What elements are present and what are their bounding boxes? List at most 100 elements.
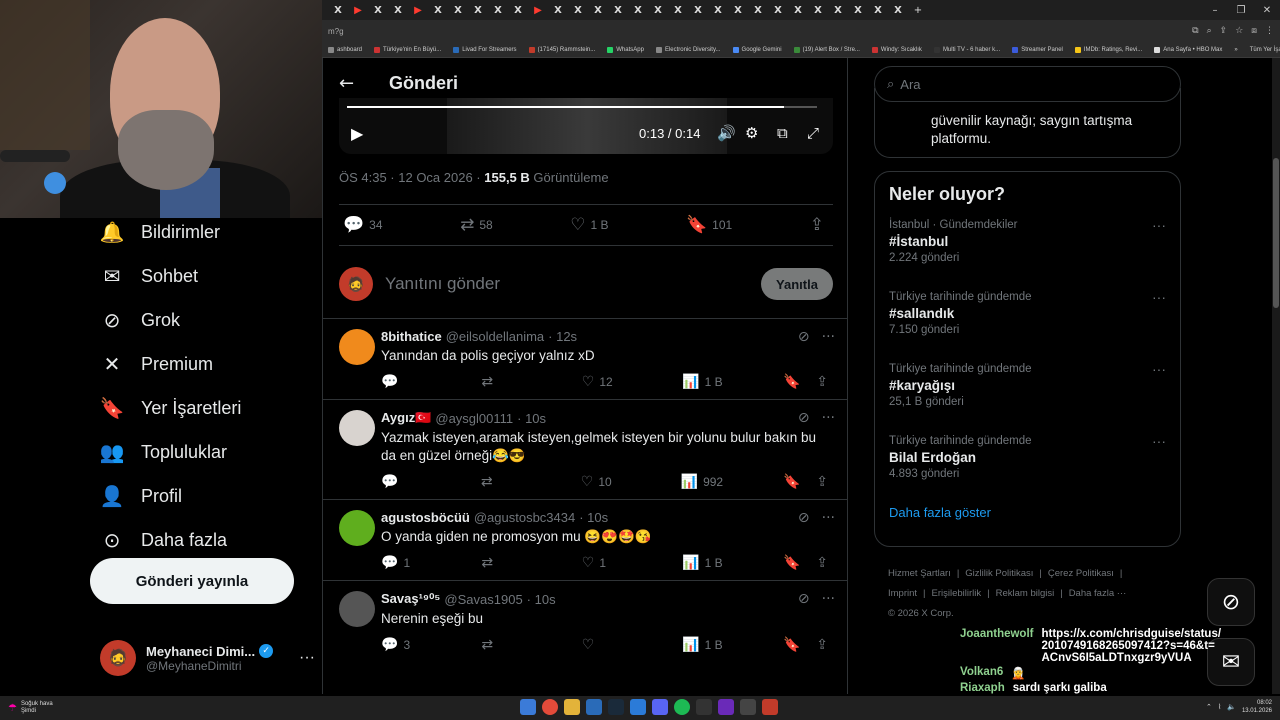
grok-icon[interactable]: ⊘ (798, 329, 810, 345)
sidebar-item-bell[interactable]: 🔔 Bildirimler (90, 210, 322, 254)
sidebar-item-grok[interactable]: ⊘ Grok (90, 298, 322, 342)
app-icon[interactable] (630, 699, 646, 715)
bookmark-item[interactable]: Livad For Streamers (453, 46, 517, 53)
more-icon[interactable]: ··· (1152, 361, 1166, 377)
close-icon[interactable]: ✕ (1254, 0, 1280, 20)
sidebar-item-person[interactable]: 👤 Profil (90, 474, 322, 518)
all-bookmarks-folder[interactable]: Tüm Yer İşaretleri (1250, 47, 1280, 53)
bookmark-item[interactable]: Türkiye'nin En Büyü... (374, 46, 441, 53)
app-icon[interactable] (696, 699, 712, 715)
bookmark-icon[interactable]: 🔖 (783, 555, 800, 571)
fullscreen-icon[interactable]: ⤢ (807, 124, 819, 142)
share-action[interactable]: ⇪ (810, 215, 829, 235)
reply-tweet[interactable]: 8bithatice @eilsoldellanima · 12s Yanından … (323, 318, 847, 399)
trend-item[interactable]: İstanbul · Gündemdekiler #İstanbul 2.224 g… (889, 215, 1166, 287)
search-box[interactable]: ⌕ (874, 66, 1181, 102)
grok-fab-icon[interactable]: ⊘ (1207, 578, 1255, 626)
repost-action[interactable]: ⇄ (481, 374, 521, 390)
account-switcher[interactable]: 🧔 Meyhaneci Dimi... ✓ @MeyhaneDimitri ··… (100, 636, 315, 680)
footer-link[interactable]: Çerez Politikası (1048, 568, 1114, 579)
app-icon[interactable] (762, 699, 778, 715)
reply-action[interactable]: 💬 (381, 474, 421, 490)
share-icon[interactable]: ⇪ (816, 637, 828, 653)
tray-chevron-icon[interactable]: ⌃ (1206, 703, 1212, 711)
video-player[interactable]: ▶ 0:13 / 0:14 🔊 ⚙ ⧉ ⤢ (339, 98, 833, 154)
picture-in-picture-icon[interactable]: ⧉ (777, 124, 788, 142)
trend-item[interactable]: Türkiye tarihinde gündemde Bilal Erdoğan 4… (889, 431, 1166, 503)
speaker-icon[interactable]: 🔈 (1227, 703, 1236, 711)
show-more-link[interactable]: Daha fazla göster (889, 505, 1166, 520)
sidebar-item-more-circle[interactable]: ⊙ Daha fazla (90, 518, 322, 562)
footer-link[interactable]: Hizmet Şartları (888, 568, 951, 579)
views-action[interactable]: 📊 1 B (682, 374, 722, 390)
more-icon[interactable]: ··· (1152, 217, 1166, 233)
scrollbar-thumb[interactable] (1273, 158, 1279, 308)
bookmark-item[interactable]: (19) Alert Box / Stre... (793, 46, 860, 53)
volume-icon[interactable]: 🔊 (717, 124, 736, 142)
steam-icon[interactable] (608, 699, 624, 715)
start-icon[interactable] (520, 699, 536, 715)
tweet-author-name[interactable]: 8bithatice (381, 329, 442, 344)
settings-gear-icon[interactable]: ⚙ (745, 124, 758, 142)
bookmark-item[interactable]: IMDb: Ratings, Revi... (1074, 46, 1142, 53)
app-icon[interactable] (740, 699, 756, 715)
discord-icon[interactable] (652, 699, 668, 715)
bookmark-item[interactable]: Multi TV - 6 haber k... (933, 46, 1000, 53)
chrome-icon[interactable] (542, 699, 558, 715)
footer-link[interactable]: Daha fazla ··· (1069, 588, 1127, 599)
browser-tab[interactable]: X (788, 0, 808, 20)
browser-tab[interactable]: X (548, 0, 568, 20)
bookmark-item[interactable]: Electronic Diversity... (655, 46, 721, 53)
restore-icon[interactable]: ❐ (1228, 0, 1254, 20)
tweet-author-handle[interactable]: @eilsoldellanima (446, 329, 544, 344)
browser-tab[interactable]: X (668, 0, 688, 20)
repost-action[interactable]: ⇄ (481, 555, 521, 571)
grok-icon[interactable]: ⊘ (798, 510, 810, 526)
browser-tab[interactable]: X (848, 0, 868, 20)
footer-link[interactable]: Gizlilik Politikası (965, 568, 1033, 579)
reply-tweet[interactable]: Savaş¹⁹⁰⁵ @Savas1905 · 10s Nerenin eşeği bu… (323, 580, 847, 662)
footer-link[interactable]: Erişilebilirlik (932, 588, 982, 599)
browser-tab[interactable]: X (628, 0, 648, 20)
browser-tab[interactable]: X (448, 0, 468, 20)
tweet-author-name[interactable]: Savaş¹⁹⁰⁵ (381, 591, 440, 607)
reply-input[interactable]: Yanıtını gönder (385, 274, 761, 294)
like-action[interactable]: ♡ 1 (582, 555, 622, 571)
star-icon[interactable]: ☆ (1235, 26, 1243, 36)
avatar[interactable] (339, 410, 375, 446)
back-arrow-icon[interactable]: ← (339, 73, 389, 94)
repost-action[interactable]: ⇄ (481, 637, 521, 653)
browser-tab[interactable]: X (728, 0, 748, 20)
sidebar-item-x-logo[interactable]: ✕ Premium (90, 342, 322, 386)
app-icon[interactable] (586, 699, 602, 715)
browser-tab[interactable]: X (688, 0, 708, 20)
bookmark-action[interactable]: 🔖 101 (686, 215, 732, 235)
bookmark-item[interactable]: Windy: Sıcaklık (871, 46, 922, 53)
post-button[interactable]: Gönderi yayınla (90, 558, 294, 604)
clock[interactable]: 08:02 13.01.2026 (1242, 699, 1272, 715)
browser-tab[interactable]: X (588, 0, 608, 20)
browser-tab[interactable]: X (608, 0, 628, 20)
reply-tweet[interactable]: agustosböcüü @agustosbc3434 · 10s O yanda g… (323, 499, 847, 580)
minimize-icon[interactable]: – (1202, 0, 1228, 20)
bookmark-item[interactable]: ashboard (328, 46, 362, 53)
repost-action[interactable]: ⇄ 58 (460, 215, 493, 235)
more-icon[interactable]: ··· (822, 410, 835, 426)
bookmark-item[interactable]: Google Gemini (732, 46, 782, 53)
browser-tab[interactable]: X (328, 0, 348, 20)
views-action[interactable]: 📊 1 B (682, 637, 722, 653)
cast-icon[interactable]: ⧉ (1192, 26, 1198, 36)
browser-tab[interactable]: X (648, 0, 668, 20)
zoom-icon[interactable]: ⌕ (1207, 26, 1212, 36)
views-action[interactable]: 📊 992 (681, 474, 723, 490)
bookmark-item[interactable]: WhatsApp (607, 46, 644, 53)
share-icon[interactable]: ⇪ (816, 374, 828, 390)
share-icon[interactable]: ⇪ (816, 474, 828, 490)
grok-icon[interactable]: ⊘ (798, 591, 810, 607)
browser-address-bar[interactable]: m?g ⧉ ⌕ ⇪ ☆ ⧈ ⋮ (322, 20, 1280, 42)
bookmarks-overflow[interactable]: » (1234, 47, 1237, 53)
spotify-icon[interactable] (674, 699, 690, 715)
reply-action[interactable]: 💬 1 (381, 555, 421, 571)
video-progress-bar[interactable] (347, 106, 817, 108)
tweet-author-handle[interactable]: @agustosbc3434 (474, 510, 575, 525)
